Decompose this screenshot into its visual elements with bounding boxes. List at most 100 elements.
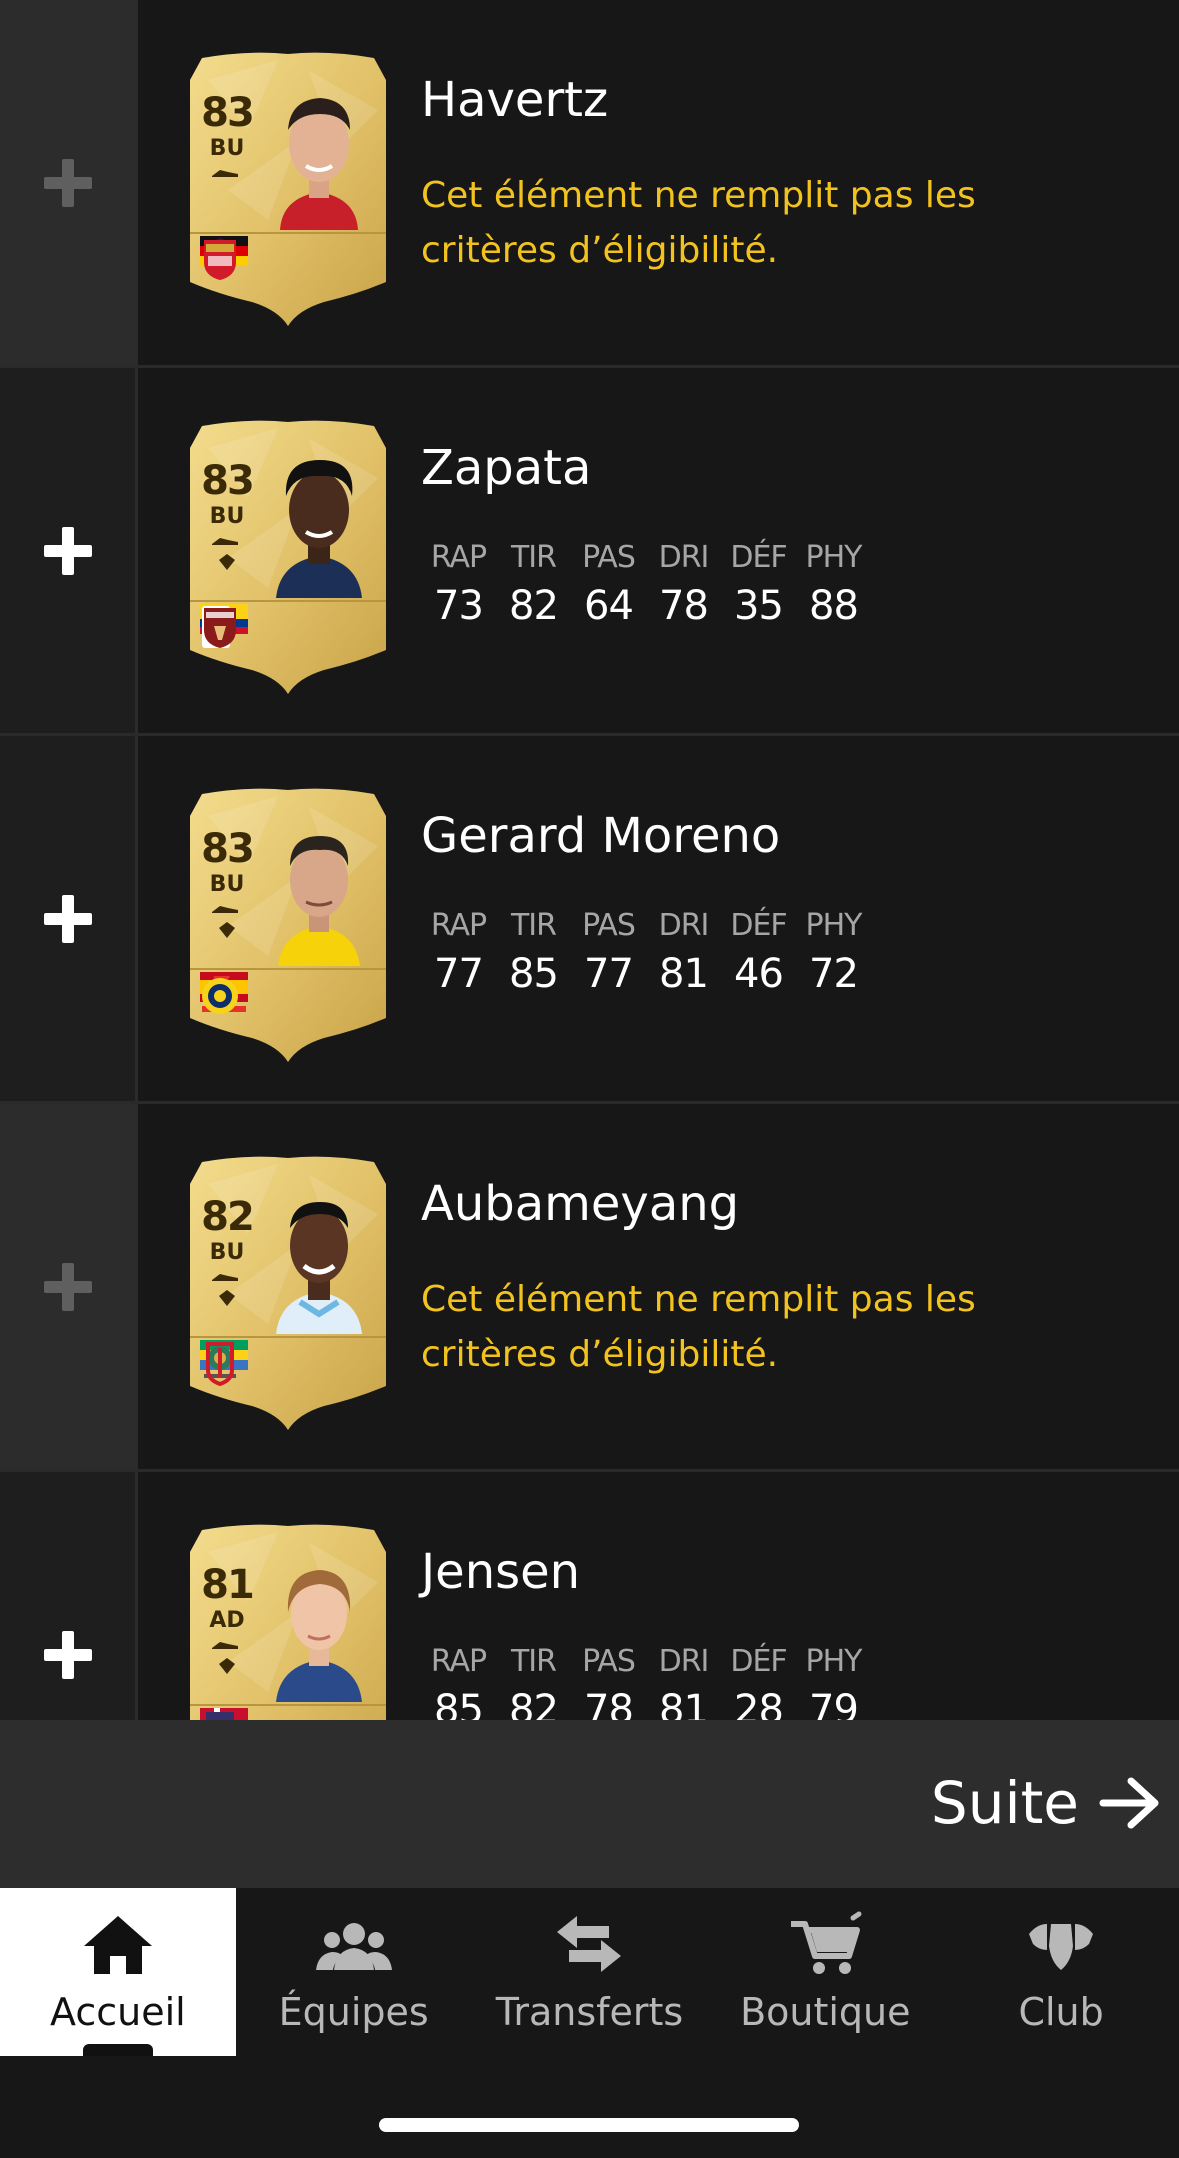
tab-equipes[interactable]: Équipes — [236, 1888, 472, 2056]
player-row-zapata: 83 BU Zapata RAP 73 TIR 82 PAS 64 DRI 78 — [0, 368, 1179, 736]
stat-value: 82 — [509, 583, 559, 629]
card-badges — [200, 236, 376, 286]
stat-value: 77 — [434, 951, 484, 997]
stat-rap: RAP 77 — [421, 908, 496, 997]
plus-icon — [43, 1262, 92, 1311]
card-badges — [200, 604, 376, 654]
stat-dri: DRI 81 — [646, 1644, 721, 1720]
squad-icon — [315, 1923, 392, 1970]
player-portrait — [276, 1570, 362, 1702]
add-player-button[interactable] — [0, 1472, 138, 1720]
add-player-button[interactable] — [0, 0, 138, 365]
add-player-button[interactable] — [0, 736, 138, 1101]
player-card[interactable]: 83 BU — [188, 786, 388, 1064]
player-row-aubameyang: 82 BU Aubameyang Cet élément ne remplit … — [0, 1104, 1179, 1472]
tab-club[interactable]: Club — [943, 1888, 1179, 2056]
stat-phy: PHY 79 — [796, 1644, 871, 1720]
player-card[interactable]: 83 BU — [188, 50, 388, 328]
player-rating: 83 — [201, 826, 255, 872]
player-name: Havertz — [421, 72, 609, 128]
stat-value: 73 — [434, 583, 484, 629]
player-portrait — [276, 460, 362, 598]
stat-label: PAS — [582, 1644, 636, 1679]
player-name: Gerard Moreno — [421, 808, 781, 864]
active-tab-indicator — [82, 2044, 153, 2056]
stat-label: PAS — [582, 540, 636, 575]
player-row-jensen: 81 AD Jensen RAP 85 TIR 82 PAS 78 DRI 81 — [0, 1472, 1179, 1720]
transfer-arrows-icon — [557, 1916, 622, 1972]
stat-value: 77 — [584, 951, 634, 997]
stat-label: DÉF — [730, 908, 787, 943]
player-rating: 81 — [201, 1562, 255, 1608]
player-portrait — [278, 836, 360, 966]
stat-def: DÉF 35 — [721, 540, 796, 629]
tab-transferts[interactable]: Transferts — [472, 1888, 708, 2056]
add-player-button[interactable] — [0, 368, 138, 733]
player-card[interactable]: 81 AD — [188, 1522, 388, 1720]
rank-badge-icon — [219, 1658, 235, 1674]
torino-crest-icon — [204, 608, 236, 648]
tab-label: Boutique — [740, 1990, 911, 2034]
stat-def: DÉF 46 — [721, 908, 796, 997]
club-shield-icon — [1029, 1924, 1094, 1970]
boot-icon — [212, 1642, 238, 1649]
stat-pas: PAS 77 — [571, 908, 646, 997]
stat-tir: TIR 82 — [496, 1644, 571, 1720]
arrow-right-icon — [1099, 1777, 1159, 1829]
player-position: BU — [209, 872, 245, 897]
player-position: BU — [209, 1240, 245, 1265]
stat-label: RAP — [430, 1644, 487, 1679]
stat-value: 85 — [434, 1687, 484, 1720]
tab-accueil[interactable]: Accueil — [0, 1888, 236, 2056]
stat-label: PHY — [805, 908, 863, 943]
player-name: Zapata — [421, 440, 592, 496]
player-name: Aubameyang — [421, 1176, 740, 1232]
eligibility-warning: Cet élément ne remplit pas les critères … — [421, 175, 976, 271]
plus-icon — [43, 158, 92, 207]
stat-def: DÉF 28 — [721, 1644, 796, 1720]
card-badges — [200, 1340, 376, 1390]
tab-boutique[interactable]: Boutique — [707, 1888, 943, 2056]
home-indicator[interactable] — [379, 2118, 799, 2132]
stat-dri: DRI 81 — [646, 908, 721, 997]
stat-label: TIR — [510, 1644, 557, 1679]
stat-rap: RAP 85 — [421, 1644, 496, 1720]
player-portrait — [280, 98, 358, 230]
stat-value: 64 — [584, 583, 634, 629]
player-row-gerard-moreno: 83 BU Gerard Moreno RAP 77 TIR 85 PAS 77 DR… — [0, 736, 1179, 1104]
stat-label: DÉF — [730, 1644, 787, 1679]
boot-icon — [212, 906, 238, 913]
next-button-label: Suite — [930, 1769, 1079, 1837]
stat-label: PAS — [582, 908, 636, 943]
next-button[interactable]: Suite — [931, 1768, 1161, 1838]
player-rating: 83 — [201, 90, 255, 136]
player-portrait — [276, 1202, 362, 1334]
al-qadsiah-crest-icon — [206, 1342, 234, 1386]
stat-value: 81 — [659, 951, 709, 997]
stat-value: 78 — [659, 583, 709, 629]
tab-label: Accueil — [50, 1990, 186, 2034]
stat-pas: PAS 64 — [571, 540, 646, 629]
player-card[interactable]: 83 BU — [188, 418, 388, 696]
stat-value: 28 — [734, 1687, 784, 1720]
stat-value: 82 — [509, 1687, 559, 1720]
stat-label: DRI — [658, 1644, 710, 1679]
player-card[interactable]: 82 BU — [188, 1154, 388, 1432]
player-list: 83 BU Havertz Cet élément ne remplit pas… — [0, 0, 1179, 1720]
stat-phy: PHY 72 — [796, 908, 871, 997]
player-rating: 82 — [201, 1194, 255, 1240]
rank-badge-icon — [219, 922, 235, 938]
boot-icon — [212, 170, 238, 177]
player-stats: RAP 77 TIR 85 PAS 77 DRI 81 DÉF 46 PHY 72 — [421, 908, 871, 997]
stat-rap: RAP 73 — [421, 540, 496, 629]
add-player-button[interactable] — [0, 1104, 138, 1469]
stat-label: PHY — [805, 1644, 863, 1679]
stat-value: 79 — [809, 1687, 859, 1720]
home-icon — [83, 1916, 152, 1974]
stat-value: 46 — [734, 951, 784, 997]
tab-label: Équipes — [278, 1990, 429, 2034]
boot-icon — [212, 538, 238, 545]
stat-pas: PAS 78 — [571, 1644, 646, 1720]
stat-label: DRI — [658, 908, 710, 943]
rank-badge-icon — [219, 554, 235, 570]
